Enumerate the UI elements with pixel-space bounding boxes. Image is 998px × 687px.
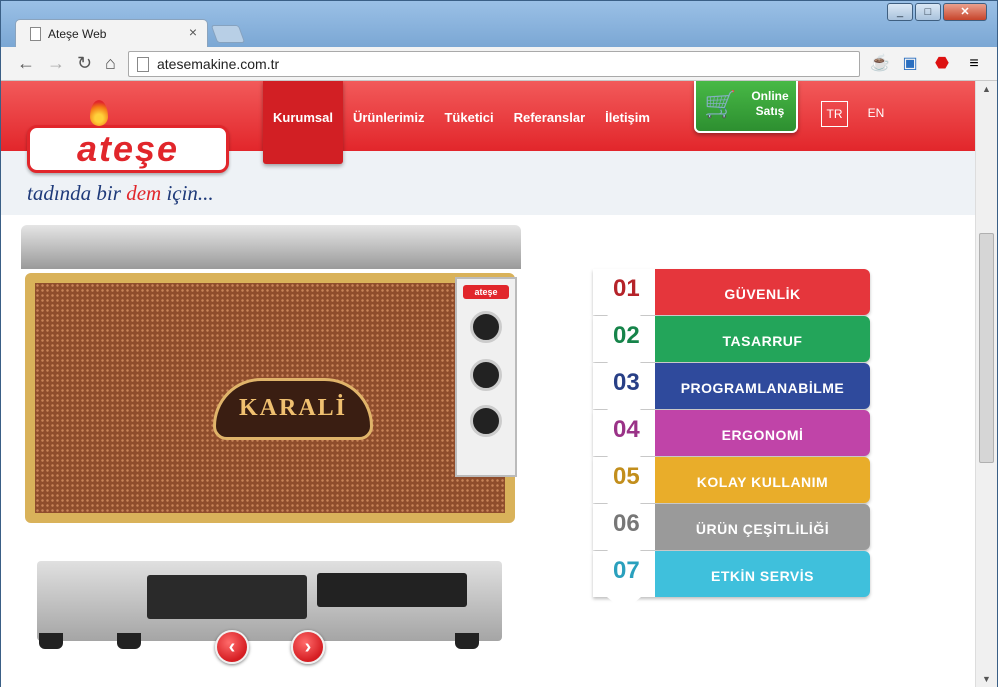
product-slider: KARALİ ateşe bbox=[17, 225, 522, 651]
browser-toolbar: ← → ↻ ⌂ atesemakine.com.tr ☕ ▣ ⬣ ≡ bbox=[1, 47, 997, 81]
feature-item[interactable]: 07 ETKİN SERVİS bbox=[593, 551, 870, 611]
feature-number: 03 bbox=[613, 369, 640, 396]
extension-screen-icon[interactable]: ▣ bbox=[899, 53, 921, 75]
home-icon[interactable]: ⌂ bbox=[105, 53, 116, 74]
feature-label: GÜVENLİK bbox=[724, 286, 801, 302]
machine-leg bbox=[455, 633, 479, 649]
feature-item[interactable]: 06 ÜRÜN ÇEŞİTLİLİĞİ bbox=[593, 504, 870, 564]
extension-cup-icon[interactable]: ☕ bbox=[869, 53, 891, 75]
nav-item-referanslar[interactable]: Referanslar bbox=[504, 81, 596, 151]
scroll-up-icon[interactable]: ▲ bbox=[982, 84, 991, 94]
main-nav: Kurumsal Ürünlerimiz Tüketici Referansla… bbox=[263, 81, 660, 164]
tab-title: Ateşe Web bbox=[48, 27, 107, 41]
page-scrollbar[interactable]: ▲ ▼ bbox=[975, 81, 997, 687]
nav-item-tuketici[interactable]: Tüketici bbox=[434, 81, 503, 151]
page-icon bbox=[137, 57, 149, 72]
back-icon[interactable]: ← bbox=[17, 53, 35, 74]
nav-item-kurumsal[interactable]: Kurumsal bbox=[263, 81, 343, 164]
feature-item[interactable]: 05 KOLAY KULLANIM bbox=[593, 457, 870, 517]
url-text[interactable]: atesemakine.com.tr bbox=[157, 56, 279, 72]
slogan-part2: için... bbox=[166, 181, 214, 205]
panel-logo: ateşe bbox=[463, 285, 509, 299]
feature-label: PROGRAMLANABİLME bbox=[680, 380, 845, 396]
machine-lid bbox=[21, 225, 521, 269]
minimize-button[interactable]: _ bbox=[887, 3, 913, 21]
online-sales-button[interactable]: 🛒 Online Satış bbox=[694, 81, 798, 133]
slogan-part1: tadında bir bbox=[27, 181, 121, 205]
title-bar: Ateşe Web × _ □ ✕ bbox=[1, 1, 997, 47]
feature-number: 01 bbox=[613, 275, 640, 302]
feature-number: 02 bbox=[613, 322, 640, 349]
scrollbar-thumb[interactable] bbox=[979, 233, 994, 463]
maximize-button[interactable]: □ bbox=[915, 3, 941, 21]
online-line2: Satış bbox=[755, 104, 785, 118]
machine-leg bbox=[117, 633, 141, 649]
product-brand-badge: KARALİ bbox=[213, 378, 373, 440]
scroll-down-icon[interactable]: ▼ bbox=[982, 674, 991, 684]
product-image: KARALİ ateşe bbox=[21, 225, 521, 523]
slogan: tadında bir dem için... bbox=[27, 181, 214, 206]
menu-icon[interactable]: ≡ bbox=[963, 53, 985, 75]
machine-stand bbox=[37, 561, 502, 641]
nav-item-urunlerimiz[interactable]: Ürünlerimiz bbox=[343, 81, 435, 151]
page-icon bbox=[30, 27, 41, 41]
stand-controls bbox=[317, 573, 467, 607]
site-logo[interactable]: ateşe bbox=[27, 100, 229, 173]
slider-next-button[interactable]: › bbox=[291, 630, 325, 664]
feature-item[interactable]: 02 TASARRUF bbox=[593, 316, 870, 376]
tab-close-icon[interactable]: × bbox=[189, 24, 197, 40]
lang-tr-button[interactable]: TR bbox=[821, 101, 848, 127]
control-panel: ateşe bbox=[455, 277, 517, 477]
window-controls: _ □ ✕ bbox=[887, 3, 987, 21]
online-line1: Online bbox=[751, 89, 789, 103]
gauge-icon bbox=[470, 311, 502, 343]
slogan-highlight: dem bbox=[126, 181, 162, 205]
online-sales-label: Online Satış bbox=[744, 89, 796, 119]
extension-stop-icon[interactable]: ⬣ bbox=[931, 53, 953, 75]
feature-label: TASARRUF bbox=[722, 333, 803, 349]
nav-item-iletisim[interactable]: İletişim bbox=[595, 81, 660, 151]
browser-window: Ateşe Web × _ □ ✕ ← → ↻ ⌂ atesemakine.co… bbox=[0, 0, 998, 687]
feature-label: ERGONOMİ bbox=[721, 427, 804, 443]
product-brand-text: KARALİ bbox=[238, 395, 347, 421]
machine-leg bbox=[39, 633, 63, 649]
slider-prev-button[interactable]: ‹ bbox=[215, 630, 249, 664]
feature-label: ETKİN SERVİS bbox=[711, 568, 814, 584]
close-button[interactable]: ✕ bbox=[943, 3, 987, 21]
feature-number: 06 bbox=[613, 510, 640, 537]
knob-icon bbox=[470, 359, 502, 391]
feature-number: 05 bbox=[613, 463, 640, 490]
flame-icon bbox=[90, 100, 108, 126]
feature-label: KOLAY KULLANIM bbox=[696, 474, 829, 490]
feature-number: 04 bbox=[613, 416, 640, 443]
web-page: ateşe tadında bir dem için... Kurumsal Ü… bbox=[1, 81, 975, 687]
feature-item[interactable]: 04 ERGONOMİ bbox=[593, 410, 870, 470]
forward-icon[interactable]: → bbox=[47, 53, 65, 74]
browser-tab[interactable]: Ateşe Web × bbox=[15, 19, 208, 47]
knob-icon bbox=[470, 405, 502, 437]
address-bar[interactable]: atesemakine.com.tr bbox=[128, 51, 860, 77]
feature-list: 01 GÜVENLİK 02 TASARRUF 03 PROGRAMLANABİLME… bbox=[593, 269, 870, 611]
feature-item[interactable]: 03 PROGRAMLANABİLME bbox=[593, 363, 870, 423]
reload-icon[interactable]: ↻ bbox=[77, 53, 92, 74]
feature-label: ÜRÜN ÇEŞİTLİLİĞİ bbox=[695, 521, 830, 537]
cart-icon: 🛒 bbox=[704, 89, 737, 119]
stand-drawer bbox=[147, 575, 307, 619]
feature-number: 07 bbox=[613, 557, 640, 584]
logo-text: ateşe bbox=[76, 128, 180, 169]
new-tab-button[interactable] bbox=[210, 25, 246, 43]
feature-item[interactable]: 01 GÜVENLİK bbox=[593, 269, 870, 329]
lang-en-button[interactable]: EN bbox=[864, 101, 888, 127]
